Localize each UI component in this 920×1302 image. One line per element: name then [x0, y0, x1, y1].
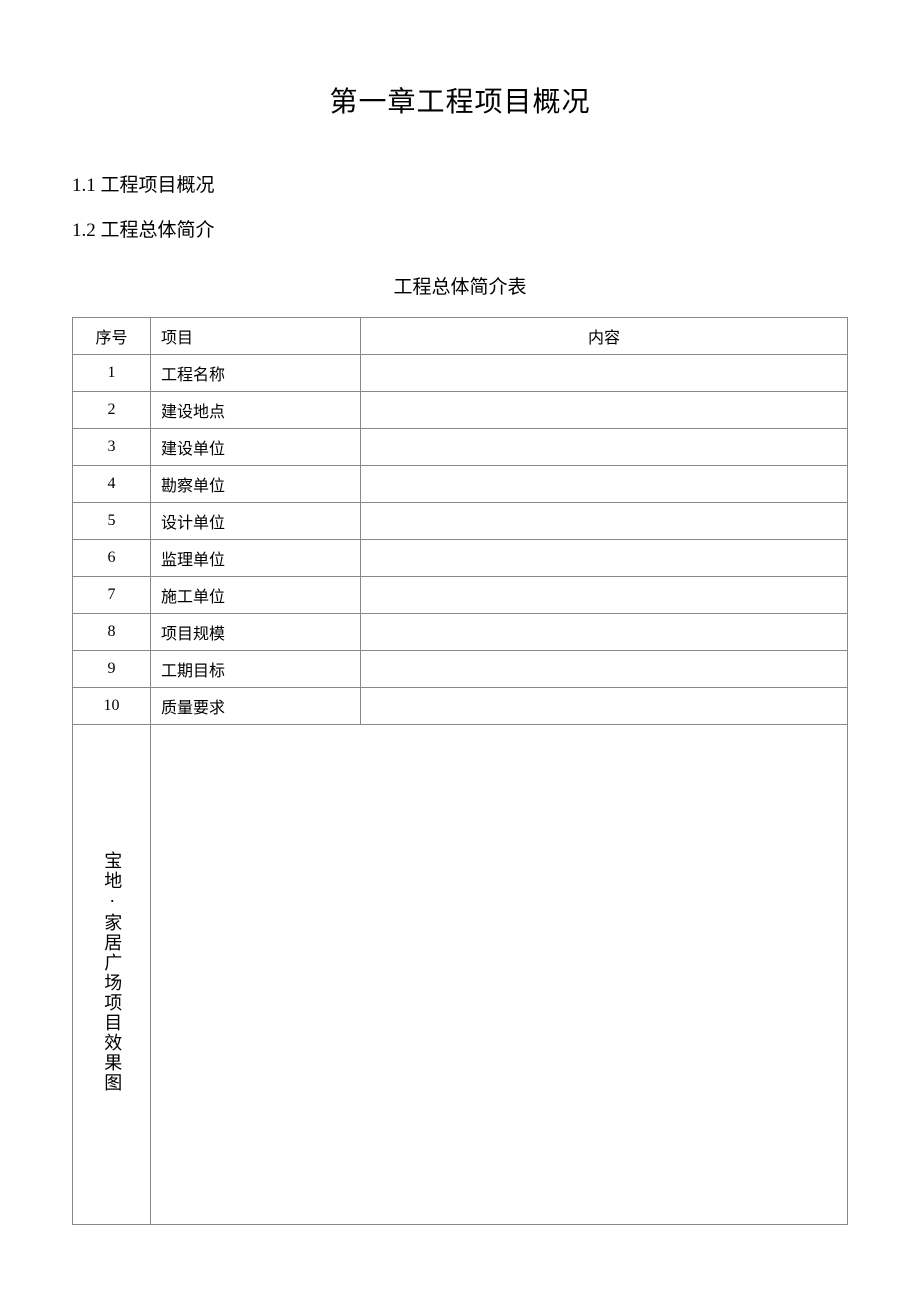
table-row: 10 质量要求 [73, 688, 848, 725]
cell-content [361, 540, 848, 577]
cell-content [361, 429, 848, 466]
cell-item: 建设单位 [151, 429, 361, 466]
table-row: 3 建设单位 [73, 429, 848, 466]
cell-seq: 6 [73, 540, 151, 577]
cell-item: 设计单位 [151, 503, 361, 540]
vertical-text: 宝地·家居广场项目效果图 [101, 851, 123, 1093]
table-row: 4 勘察单位 [73, 466, 848, 503]
table-row: 2 建设地点 [73, 392, 848, 429]
cell-seq: 5 [73, 503, 151, 540]
cell-content [361, 355, 848, 392]
table-row: 8 项目规模 [73, 614, 848, 651]
cell-content [361, 392, 848, 429]
cell-item: 质量要求 [151, 688, 361, 725]
section-1-2-heading: 1.2 工程总体简介 [72, 215, 848, 242]
cell-vertical-label: 宝地·家居广场项目效果图 [73, 725, 151, 1225]
summary-table: 序号 项目 内容 1 工程名称 2 建设地点 3 建设单位 4 勘察单位 5 设… [72, 317, 848, 1225]
cell-item: 监理单位 [151, 540, 361, 577]
cell-seq: 3 [73, 429, 151, 466]
table-row: 9 工期目标 [73, 651, 848, 688]
cell-seq: 8 [73, 614, 151, 651]
header-content: 内容 [361, 318, 848, 355]
table-caption: 工程总体简介表 [72, 272, 848, 299]
cell-seq: 4 [73, 466, 151, 503]
table-row: 6 监理单位 [73, 540, 848, 577]
section-1-1-heading: 1.1 工程项目概况 [72, 170, 848, 197]
header-item: 项目 [151, 318, 361, 355]
cell-item: 施工单位 [151, 577, 361, 614]
cell-item: 工程名称 [151, 355, 361, 392]
cell-item: 工期目标 [151, 651, 361, 688]
cell-seq: 9 [73, 651, 151, 688]
cell-content [361, 651, 848, 688]
cell-item: 建设地点 [151, 392, 361, 429]
table-row: 1 工程名称 [73, 355, 848, 392]
table-header-row: 序号 项目 内容 [73, 318, 848, 355]
cell-content [361, 577, 848, 614]
cell-seq: 2 [73, 392, 151, 429]
cell-seq: 1 [73, 355, 151, 392]
cell-content [361, 466, 848, 503]
table-row: 7 施工单位 [73, 577, 848, 614]
cell-content [361, 503, 848, 540]
cell-item: 勘察单位 [151, 466, 361, 503]
cell-content [361, 688, 848, 725]
table-row: 5 设计单位 [73, 503, 848, 540]
cell-seq: 10 [73, 688, 151, 725]
cell-seq: 7 [73, 577, 151, 614]
header-seq: 序号 [73, 318, 151, 355]
table-row-vertical: 宝地·家居广场项目效果图 [73, 725, 848, 1225]
cell-item: 项目规模 [151, 614, 361, 651]
chapter-title: 第一章工程项目概况 [72, 80, 848, 120]
cell-content [361, 614, 848, 651]
cell-effect-diagram-area [151, 725, 848, 1225]
